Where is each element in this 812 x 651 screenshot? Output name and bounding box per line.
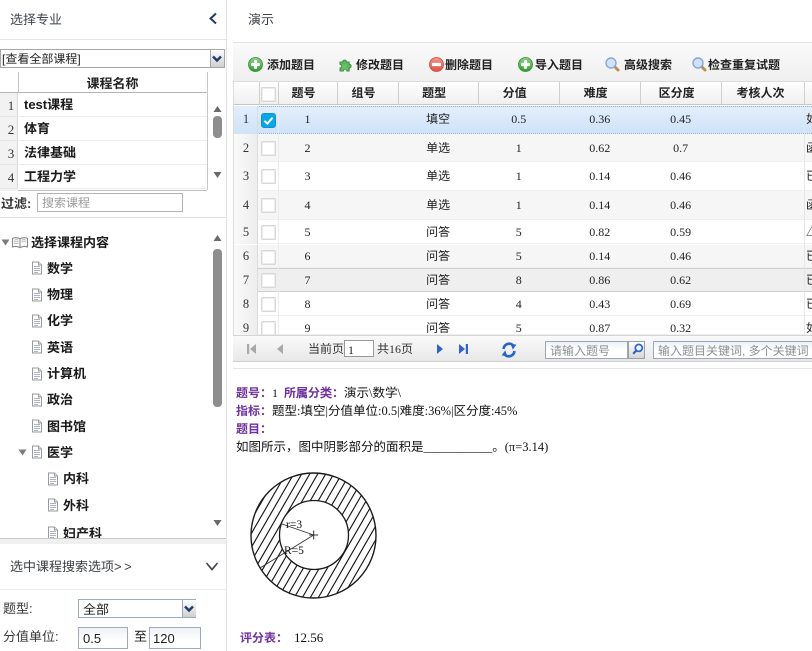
svg-text:r=3: r=3 xyxy=(286,519,302,531)
svg-text:R=5: R=5 xyxy=(284,545,304,557)
